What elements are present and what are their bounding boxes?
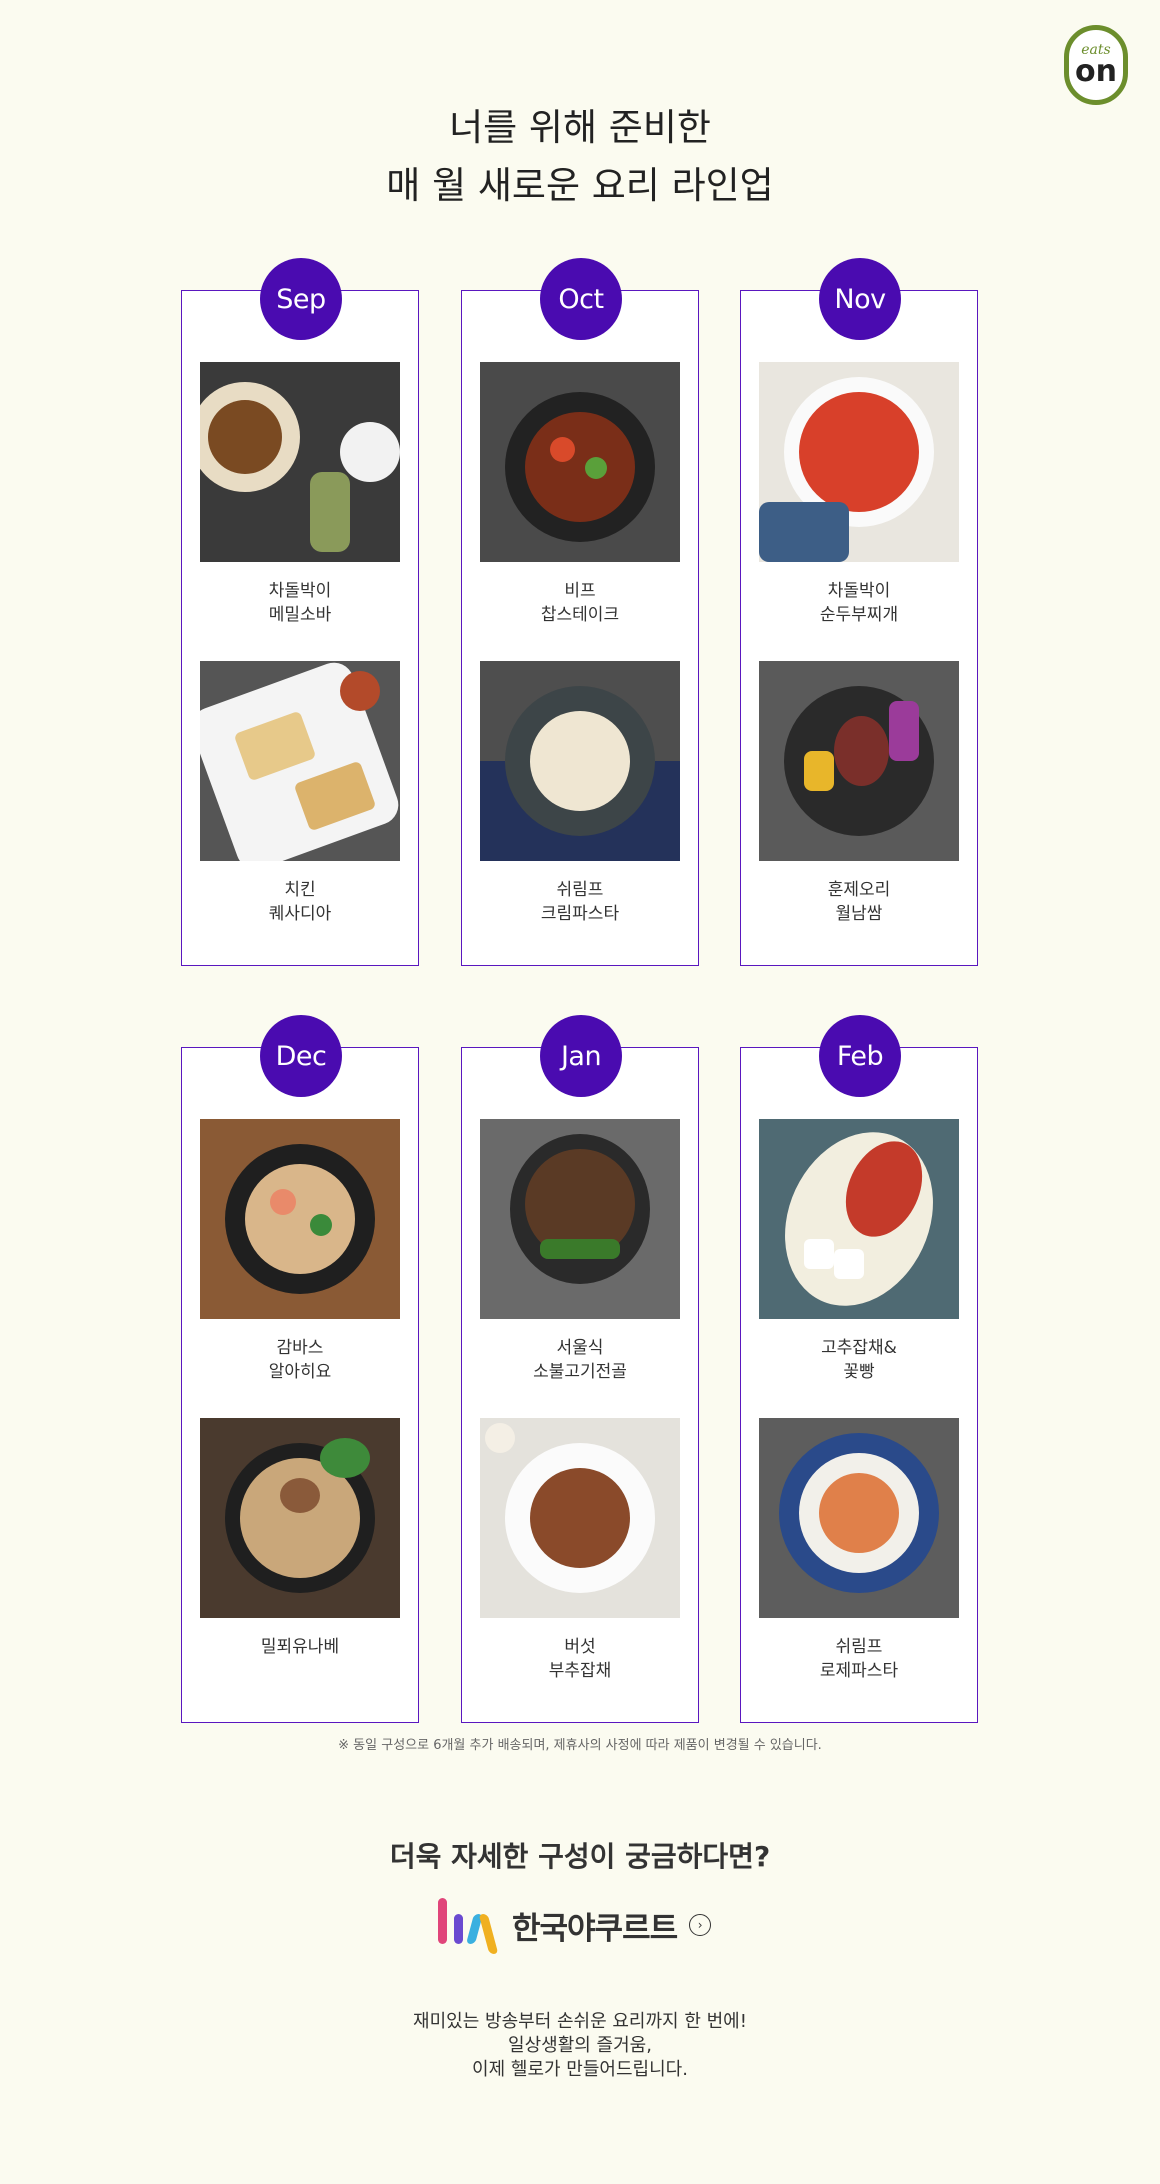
logo-on-text: on [1075, 54, 1117, 89]
dish-photo [480, 362, 680, 562]
month-card-dec: Dec 감바스 알아히요 밀푀유나베 [181, 1015, 419, 1723]
dish-item: 차돌박이 메밀소바 [200, 362, 400, 627]
dish-name-line1: 고추잡채& [821, 1338, 897, 1358]
dish-name-line1: 밀푀유나베 [260, 1637, 340, 1657]
dish-item: 쉬림프 크림파스타 [480, 661, 680, 926]
dish-name-line1: 차돌박이 [827, 581, 891, 601]
dish-name-line1: 감바스 [276, 1338, 324, 1358]
dish-name-line1: 훈제오리 [827, 880, 891, 900]
month-badge: Oct [540, 258, 622, 340]
month-badge: Jan [540, 1015, 622, 1097]
month-card-sep: Sep 차돌박이 메밀소바 치킨 퀘사디아 [181, 258, 419, 966]
dish-name-line2: 꽃빵 [843, 1362, 875, 1382]
dish-name: 감바스 알아히요 [200, 1336, 400, 1384]
month-card-jan: Jan 서울식 소불고기전골 버섯 부추잡채 [461, 1015, 699, 1723]
dish-photo [480, 1418, 680, 1618]
dish-photo [759, 661, 959, 861]
disclaimer-note: ※ 동일 구성으로 6개월 추가 배송되며, 제휴사의 사정에 따라 제품이 변… [338, 1738, 822, 1753]
dish-name-line1: 쉬림프 [556, 880, 604, 900]
month-card-nov: Nov 차돌박이 순두부찌개 훈제오리 월남쌈 [740, 258, 978, 966]
dish-name-line2: 월남쌈 [835, 904, 883, 924]
tagline-line2: 일상생활의 즐거움, [508, 2035, 652, 2056]
dish-name-line1: 차돌박이 [268, 581, 332, 601]
dish-item: 치킨 퀘사디아 [200, 661, 400, 926]
dish-name-line1: 서울식 [556, 1338, 604, 1358]
dish-name: 쉬림프 크림파스타 [480, 878, 680, 926]
dish-name: 서울식 소불고기전골 [480, 1336, 680, 1384]
page-title-line1: 너를 위해 준비한 [449, 106, 711, 149]
dish-name-line2: 퀘사디아 [268, 904, 332, 924]
dish-item: 차돌박이 순두부찌개 [759, 362, 959, 627]
dish-name-line2: 소불고기전골 [533, 1362, 627, 1382]
dish-name: 고추잡채& 꽃빵 [759, 1336, 959, 1384]
dish-name: 비프 찹스테이크 [480, 579, 680, 627]
dish-name-line2: 로제파스타 [819, 1661, 899, 1681]
dish-name: 밀푀유나베 [200, 1635, 400, 1659]
dish-name-line1: 비프 [564, 581, 596, 601]
dish-item: 쉬림프 로제파스타 [759, 1418, 959, 1683]
month-badge: Feb [819, 1015, 901, 1097]
dish-photo [759, 1418, 959, 1618]
arrow-right-icon: › [689, 1914, 712, 1936]
dish-name: 치킨 퀘사디아 [200, 878, 400, 926]
dish-photo [200, 362, 400, 562]
detail-question: 더욱 자세한 구성이 궁금하다면? [389, 1840, 771, 1873]
dish-photo [200, 1119, 400, 1319]
dish-item: 비프 찹스테이크 [480, 362, 680, 627]
dish-item: 훈제오리 월남쌈 [759, 661, 959, 926]
page-title-line2: 매 월 새로운 요리 라인업 [386, 164, 774, 207]
month-badge: Sep [260, 258, 342, 340]
tagline: 재미있는 방송부터 손쉬운 요리까지 한 번에! 일상생활의 즐거움, 이제 헬… [0, 2010, 1160, 2082]
dish-name-line2: 알아히요 [268, 1362, 332, 1382]
dish-name-line2: 부추잡채 [548, 1661, 612, 1681]
dish-name-line2: 크림파스타 [540, 904, 620, 924]
dish-name: 쉬림프 로제파스타 [759, 1635, 959, 1683]
dish-name-line2: 순두부찌개 [819, 605, 899, 625]
dish-photo [759, 1119, 959, 1319]
dish-photo [200, 661, 400, 861]
dish-name: 버섯 부추잡채 [480, 1635, 680, 1683]
hy-logo-icon [434, 1894, 504, 1956]
dish-item: 버섯 부추잡채 [480, 1418, 680, 1683]
brand-name: 한국야쿠르트 [512, 1910, 678, 1947]
dish-photo [480, 661, 680, 861]
eatson-logo[interactable]: eats on [1064, 25, 1128, 105]
month-card-oct: Oct 비프 찹스테이크 쉬림프 크림파스타 [461, 258, 699, 966]
dish-item: 감바스 알아히요 [200, 1119, 400, 1384]
dish-name: 차돌박이 메밀소바 [200, 579, 400, 627]
dish-name-line1: 버섯 [564, 1637, 596, 1657]
month-badge: Dec [260, 1015, 342, 1097]
dish-name-line1: 쉬림프 [835, 1637, 883, 1657]
dish-item: 서울식 소불고기전골 [480, 1119, 680, 1384]
dish-name-line2: 찹스테이크 [540, 605, 620, 625]
month-card-feb: Feb 고추잡채& 꽃빵 쉬림프 로제파스타 [740, 1015, 978, 1723]
dish-photo [759, 362, 959, 562]
dish-name-line2: 메밀소바 [268, 605, 332, 625]
hy-brand-link[interactable]: 한국야쿠르트 › [434, 1892, 726, 1958]
dish-item: 고추잡채& 꽃빵 [759, 1119, 959, 1384]
dish-name: 훈제오리 월남쌈 [759, 878, 959, 926]
dish-photo [200, 1418, 400, 1618]
dish-item: 밀푀유나베 [200, 1418, 400, 1659]
dish-name: 차돌박이 순두부찌개 [759, 579, 959, 627]
tagline-line3: 이제 헬로가 만들어드립니다. [472, 2059, 688, 2080]
month-badge: Nov [819, 258, 901, 340]
dish-photo [480, 1119, 680, 1319]
tagline-line1: 재미있는 방송부터 손쉬운 요리까지 한 번에! [413, 2011, 747, 2032]
dish-name-line1: 치킨 [284, 880, 316, 900]
